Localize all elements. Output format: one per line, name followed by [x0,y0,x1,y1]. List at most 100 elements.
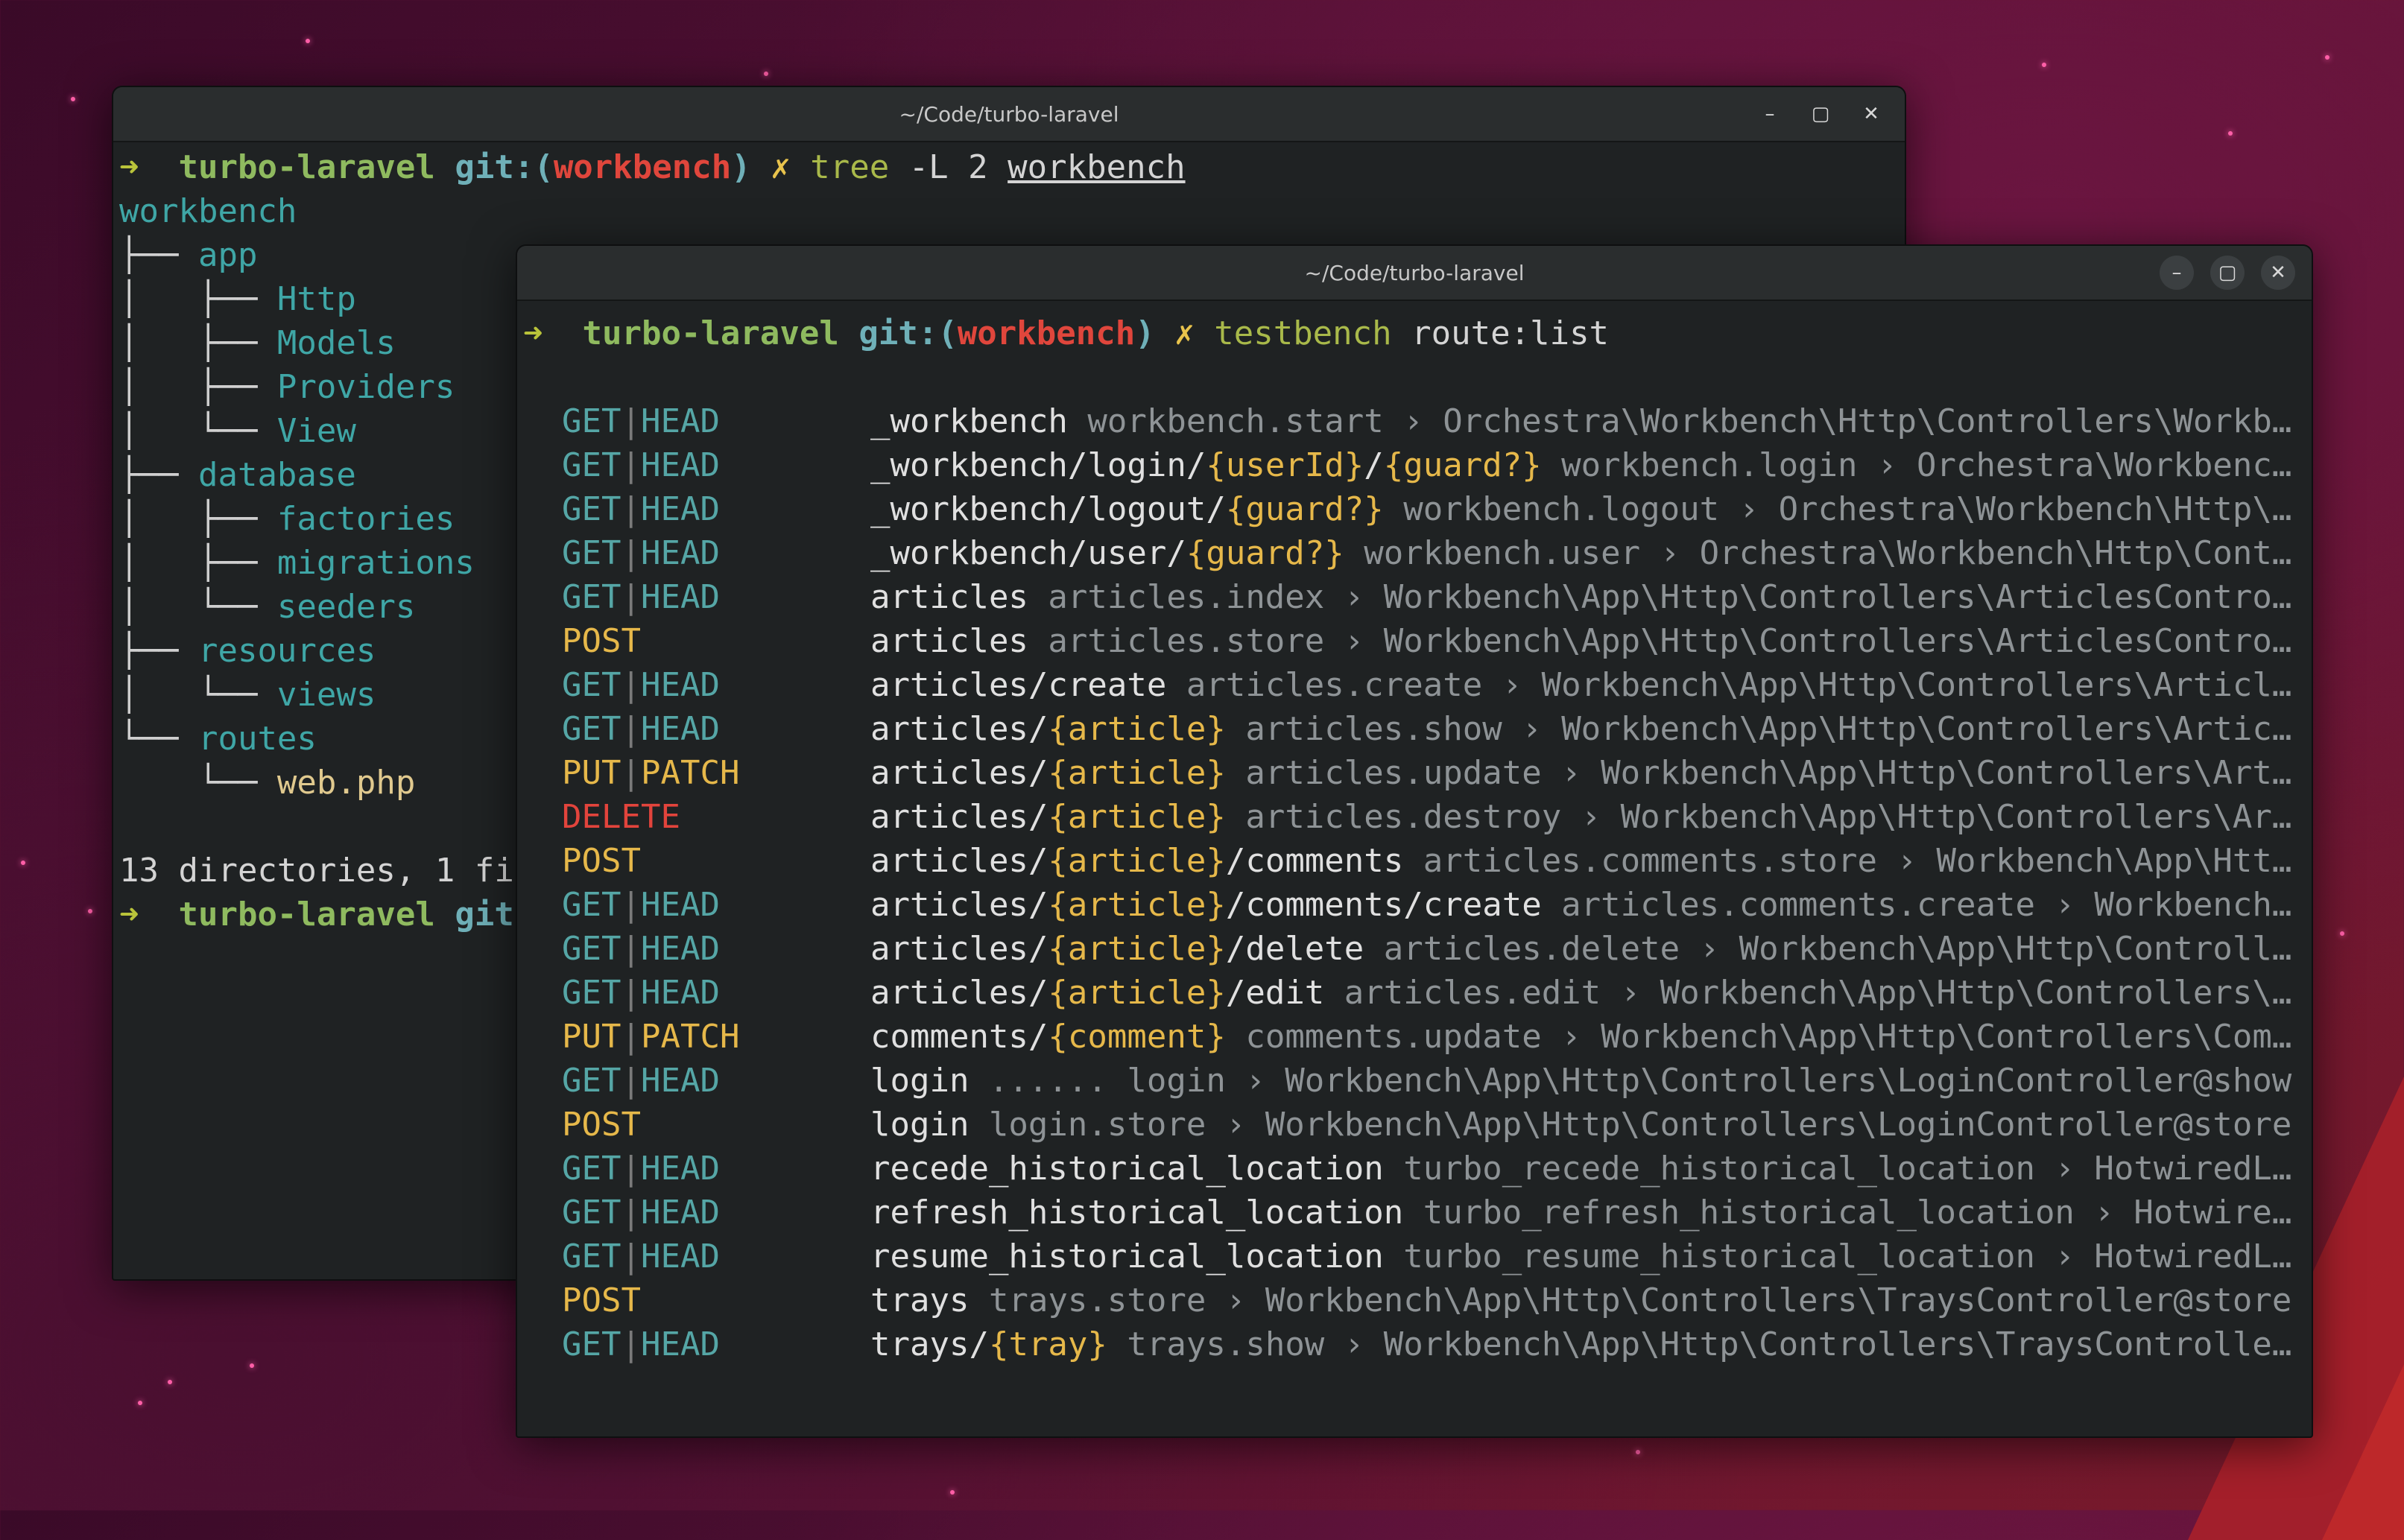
close-button[interactable]: ✕ [1854,97,1888,131]
route-uri: comments/{comment} [870,1015,1226,1059]
wallpaper-star [2228,131,2233,136]
method-verb: GET [562,1194,621,1232]
route-method: GET|HEAD [523,663,870,707]
route-row: POST trays trays.store › Workbench\App\Ht… [523,1278,2312,1322]
route-param: {article} [1048,710,1226,748]
route-method: GET|HEAD [523,883,870,927]
route-row: GET|HEAD refresh_historical_location turb… [523,1191,2312,1235]
method-verb: HEAD [640,930,720,968]
tree-dir-name: factories [276,500,455,538]
terminal-window-front[interactable]: ~/Code/turbo-laravel – ▢ ✕ ➜ turbo-larav… [516,244,2313,1438]
route-action: › Workbench\App\Http\Controllers\TraysCo… [1324,1325,2292,1363]
method-separator: | [621,666,641,704]
prompt-arrow-icon: ➜ [119,896,139,934]
route-action: › Workbench\App\Htt… [1877,842,2292,880]
route-uri: _workbench/login/{userId}/{guard?} [870,443,1542,487]
route-path: resume_historical_location [870,1238,1384,1276]
method-separator: | [621,754,641,792]
route-action: › Workbench\App\Http\Controllers\LoginCo… [1206,1106,2292,1144]
route-name: articles.index [1028,578,1325,616]
maximize-button[interactable]: ▢ [1803,97,1838,131]
minimize-button[interactable]: – [2160,256,2194,290]
route-action: › Workbench\App\Http\Controllers\Article… [1324,622,2292,660]
tree-dir-name: Models [276,324,396,362]
tree-branch: ├── [119,236,198,274]
method-verb: HEAD [640,578,720,616]
tree-branch: │ ├── [119,368,277,406]
prompt-cwd: turbo-laravel [178,148,435,186]
minimize-button[interactable]: – [1753,97,1787,131]
command-program: tree [810,148,890,186]
route-row: GET|HEAD articles/{article}/edit articles… [523,971,2312,1015]
command-target: workbench [1008,148,1186,186]
git-branch: workbench [957,314,1136,352]
tree-dir-name: seeders [276,588,416,626]
route-param: {article} [1048,974,1226,1012]
tree-branch: │ └── [119,588,277,626]
method-verb: GET [562,490,621,528]
prompt-cwd: turbo-laravel [582,314,839,352]
route-path: login [870,1106,969,1144]
tree-branch: │ └── [119,412,277,450]
route-method: GET|HEAD [523,1147,870,1191]
method-verb: POST [562,1281,641,1319]
method-verb: HEAD [640,1062,720,1100]
route-action: › Orchestra\Workbench\Http\… [1719,490,2292,528]
method-verb: GET [562,710,621,748]
route-uri: articles [870,575,1028,619]
method-verb: GET [562,1238,621,1276]
route-action: › Workbench\App\Http\Controllers\… [1601,974,2292,1012]
titlebar[interactable]: ~/Code/turbo-laravel – ▢ ✕ [517,246,2312,301]
route-row: GET|HEAD articles/{article}/delete articl… [523,927,2312,971]
wallpaper-star [138,1401,142,1405]
method-verb: PATCH [640,1018,740,1056]
wallpaper-star [2042,63,2046,67]
method-verb: GET [562,534,621,572]
route-path: _workbench/login/ [870,446,1206,484]
git-suffix: ) [1135,314,1155,352]
wallpaper-star [21,861,25,865]
route-name: turbo_resume_historical_location [1383,1238,2035,1276]
route-action: › Workbench\App\Http\Controll… [1680,930,2292,968]
terminal-output[interactable]: ➜ turbo-laravel git:(workbench) ✗ testbe… [517,311,2312,1366]
method-verb: HEAD [640,710,720,748]
route-row: PUT|PATCH comments/{comment} comments.upd… [523,1015,2312,1059]
method-verb: POST [562,622,641,660]
maximize-button[interactable]: ▢ [2210,256,2245,290]
route-action: › Workbench\App\Http\Controllers\LoginCo… [1225,1062,2292,1100]
route-path: /delete [1225,930,1364,968]
method-verb: HEAD [640,886,720,924]
route-uri: articles/{article}/comments/create [870,883,1542,927]
method-separator: | [621,490,641,528]
route-row: PUT|PATCH articles/{article} articles.upd… [523,751,2312,795]
method-separator: | [621,710,641,748]
command-args: -L 2 [889,148,1008,186]
route-name: turbo_recede_historical_location [1383,1150,2035,1188]
route-method: POST [523,839,870,883]
route-path: _workbench/user/ [870,534,1186,572]
method-separator: | [621,886,641,924]
route-name: workbench.start [1067,402,1384,440]
route-path: _workbench [870,402,1068,440]
route-name: trays.store [969,1281,1206,1319]
prompt-arrow-icon: ➜ [523,314,543,352]
method-verb: PUT [562,754,621,792]
route-uri: articles/{article}/delete [870,927,1364,971]
route-param: {tray} [988,1325,1107,1363]
route-uri: _workbench/logout/{guard?} [870,487,1384,531]
route-row: GET|HEAD _workbench/login/{userId}/{guard… [523,443,2312,487]
method-verb: GET [562,1150,621,1188]
method-verb: HEAD [640,402,720,440]
route-param: {guard?} [1186,534,1344,572]
route-action: › Hotwire… [2074,1194,2292,1232]
route-path: articles [870,622,1028,660]
method-verb: HEAD [640,446,720,484]
tree-dir-name: migrations [276,544,475,582]
titlebar[interactable]: ~/Code/turbo-laravel – ▢ ✕ [113,87,1905,142]
route-method: POST [523,619,870,663]
route-path: /comments [1225,842,1404,880]
route-row: GET|HEAD articles/{article} articles.show… [523,707,2312,751]
method-separator: | [621,1150,641,1188]
route-uri: articles/{article} [870,795,1226,839]
close-button[interactable]: ✕ [2261,256,2295,290]
